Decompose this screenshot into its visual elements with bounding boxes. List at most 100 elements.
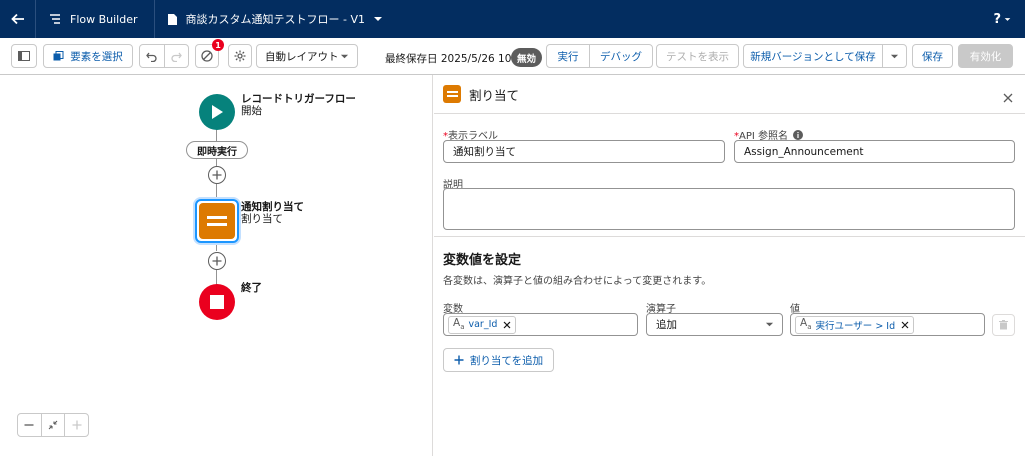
flow-title-menu[interactable]: 商談カスタム通知テストフロー - V1 [155, 0, 396, 38]
end-node[interactable] [199, 284, 235, 320]
help-icon: ? [993, 11, 1001, 27]
value-input[interactable]: Aa 実行ユーザー > Id [790, 313, 985, 336]
chevron-down-icon [340, 54, 349, 58]
section-title: 変数値を設定 [443, 253, 522, 268]
activate-label: 有効化 [969, 50, 1002, 63]
add-element-button[interactable] [208, 252, 226, 270]
minus-icon [24, 424, 34, 426]
assignment-icon [207, 216, 227, 226]
variable-value: var_Id [468, 319, 498, 330]
stop-icon [210, 295, 224, 309]
delete-row-button[interactable] [992, 314, 1015, 336]
label-input-value: 通知割り当て [453, 146, 516, 158]
save-button[interactable]: 保存 [912, 44, 953, 68]
fit-view-button[interactable] [42, 414, 66, 436]
plus-icon [212, 256, 222, 266]
assignment-node-label: 通知割り当て 割り当て [241, 201, 304, 225]
label-input[interactable]: 通知割り当て [443, 140, 725, 163]
select-elements-button[interactable]: 要素を選択 [43, 44, 133, 68]
view-tests-button[interactable]: テストを表示 [656, 44, 739, 68]
save-as-new-version-button[interactable]: 新規バージョンとして保存 [743, 44, 883, 68]
help-menu[interactable]: ? [993, 0, 1011, 38]
connector [216, 269, 217, 285]
layout-select[interactable]: 自動レイアウト [256, 44, 358, 68]
assignment-node[interactable] [199, 203, 235, 239]
variable-pill[interactable]: Aa var_Id [448, 315, 517, 334]
variable-input[interactable]: Aa var_Id [443, 313, 638, 336]
assignment-node-selection[interactable] [195, 199, 239, 243]
flow-icon [50, 14, 60, 24]
connector [216, 129, 217, 141]
run-label: 実行 [557, 50, 579, 63]
operator-value: 追加 [656, 319, 677, 331]
run-button[interactable]: 実行 [546, 44, 590, 68]
toggle-panel-button[interactable] [11, 44, 37, 68]
zoom-out-button[interactable] [18, 414, 42, 436]
settings-button[interactable] [228, 44, 252, 68]
add-element-button[interactable] [208, 166, 226, 184]
play-icon [212, 105, 223, 119]
value-pill[interactable]: Aa 実行ユーザー > Id [795, 315, 915, 334]
debug-label: デバッグ [600, 50, 642, 63]
operator-select[interactable]: 追加 [646, 313, 783, 336]
select-elements-label: 要素を選択 [70, 50, 123, 63]
save-options-button[interactable] [882, 44, 907, 68]
start-node-label: レコードトリガーフロー 開始 [241, 93, 356, 117]
description-textarea[interactable] [443, 188, 1015, 230]
zoom-controls [17, 413, 89, 437]
divider [434, 236, 1025, 237]
zoom-in-button[interactable] [65, 414, 88, 436]
undo-button[interactable] [140, 45, 165, 67]
redo-button[interactable] [165, 45, 189, 67]
end-node-title: 終了 [241, 282, 262, 294]
layout-label: 自動レイアウト [265, 50, 339, 63]
info-icon[interactable] [793, 129, 803, 140]
assignment-node-title: 通知割り当て [241, 201, 304, 213]
end-node-label: 終了 [241, 282, 262, 294]
debug-button[interactable]: デバッグ [589, 44, 653, 68]
remove-icon[interactable] [901, 321, 909, 329]
start-node-subtitle: 開始 [241, 105, 262, 117]
view-tests-label: テストを表示 [666, 50, 729, 63]
start-node[interactable] [199, 94, 235, 130]
top-bar: Flow Builder 商談カスタム通知テストフロー - V1 ? [0, 0, 1025, 38]
panel-icon [18, 51, 30, 61]
immediate-path-label[interactable]: 即時実行 [186, 141, 248, 159]
flow-canvas[interactable]: レコードトリガーフロー 開始 即時実行 通知割り当て 割り当て 終了 [0, 75, 433, 456]
start-node-title: レコードトリガーフロー [241, 93, 356, 105]
close-panel-button[interactable] [1003, 88, 1015, 103]
text-variable-icon: Aa [800, 317, 812, 332]
assignment-icon [443, 85, 461, 103]
plus-icon [72, 420, 82, 430]
text-variable-icon: Aa [453, 317, 465, 332]
remove-icon[interactable] [503, 321, 511, 329]
plus-icon [212, 170, 222, 180]
trash-icon [999, 320, 1008, 330]
plus-icon [454, 355, 464, 365]
panel-title: 割り当て [469, 87, 520, 103]
panel-header: 割り当て [434, 75, 1025, 114]
immediate-label: 即時実行 [197, 146, 237, 158]
api-name-value: Assign_Announcement [744, 145, 864, 158]
back-button[interactable] [0, 0, 36, 38]
ban-icon [201, 50, 213, 62]
chevron-down-icon [890, 54, 899, 58]
api-name-input[interactable]: Assign_Announcement [734, 140, 1015, 163]
value-value: 実行ユーザー > Id [815, 320, 896, 332]
app-title: Flow Builder [36, 0, 155, 38]
last-saved-text: 最終保存日 2025/5/26 10:45 [385, 53, 529, 65]
save-label: 保存 [922, 50, 943, 63]
app-name: Flow Builder [70, 12, 138, 26]
assignment-node-subtitle: 割り当て [241, 213, 283, 225]
undo-redo-group [139, 44, 189, 68]
error-count-badge: 1 [212, 39, 224, 51]
add-assignment-button[interactable]: 割り当てを追加 [443, 348, 554, 372]
select-icon [53, 50, 64, 60]
activate-button[interactable]: 有効化 [958, 44, 1013, 68]
close-icon [1003, 93, 1013, 103]
document-icon [167, 13, 177, 25]
errors-button[interactable]: 1 [195, 39, 224, 68]
chevron-down-icon [1004, 17, 1011, 21]
flow-title: 商談カスタム通知テストフロー - V1 [185, 13, 366, 26]
save-as-new-label: 新規バージョンとして保存 [750, 50, 876, 63]
